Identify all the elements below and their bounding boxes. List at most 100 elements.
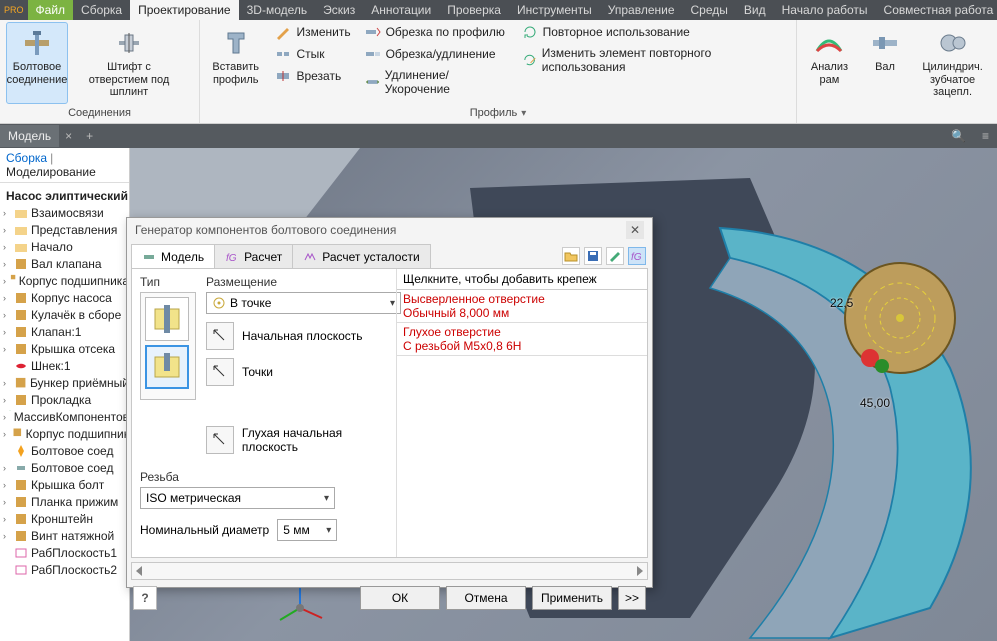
save-icon[interactable] xyxy=(584,247,602,265)
dialog-expand-bar[interactable] xyxy=(131,562,648,580)
pick-blind-plane-button[interactable] xyxy=(206,426,234,454)
tab-inspect[interactable]: Проверка xyxy=(439,0,509,20)
model-tab-icon xyxy=(142,250,156,264)
open-icon[interactable] xyxy=(562,247,580,265)
ok-button[interactable]: ОК xyxy=(360,586,440,610)
tree-item[interactable]: ›Планка прижим xyxy=(3,493,129,510)
change-reuse-element-button[interactable]: Изменить элемент повторного использовани… xyxy=(518,44,790,76)
tree-item[interactable]: ›Бункер приёмный xyxy=(3,374,129,391)
trim-extend-button[interactable]: Обрезка/удлинение xyxy=(361,44,512,64)
cancel-button[interactable]: Отмена xyxy=(446,586,526,610)
search-icon[interactable]: 🔍 xyxy=(943,125,974,147)
group-power-label xyxy=(803,117,991,121)
tab-view[interactable]: Вид xyxy=(736,0,774,20)
fastener-list: Щелкните, чтобы добавить крепеж Высверле… xyxy=(396,269,647,557)
tree-item[interactable]: ›Начало xyxy=(3,238,129,255)
list-item[interactable]: Глухое отверстие С резьбой М5x0,8 6H xyxy=(397,323,647,356)
tree-item[interactable]: РабПлоскость1 xyxy=(3,544,129,561)
cotter-pin-button[interactable]: Штифт с отверстием под шплинт xyxy=(74,22,184,104)
change-reuse-icon xyxy=(522,52,537,68)
tab-design[interactable]: Проектирование xyxy=(130,0,239,20)
trim-profile-button[interactable]: Обрезка по профилю xyxy=(361,22,512,42)
tree-item[interactable]: ›Болтовое соед xyxy=(3,459,129,476)
dialog-tab-calc[interactable]: fG Расчет xyxy=(214,244,293,268)
shaft-icon xyxy=(869,27,901,59)
reuse-button[interactable]: Повторное использование xyxy=(518,22,790,42)
tree-item[interactable]: ›Корпус насоса xyxy=(3,289,129,306)
tree-item[interactable]: ›Корпус подшипника xyxy=(3,272,129,289)
tab-environments[interactable]: Среды xyxy=(683,0,736,20)
insert-profile-label: Вставить профиль xyxy=(209,61,262,86)
expand-button[interactable]: >> xyxy=(618,586,646,610)
pick-start-plane-label: Начальная плоскость xyxy=(242,329,363,343)
dialog-tab-fatigue[interactable]: Расчет усталости xyxy=(292,244,430,268)
tree-item[interactable]: РабПлоскость2 xyxy=(3,561,129,578)
tree-item[interactable]: ›Клапан:1 xyxy=(3,323,129,340)
tree-item[interactable]: ›Кулачёк в сборе xyxy=(3,306,129,323)
tab-collab[interactable]: Совместная работа xyxy=(876,0,997,20)
tree-item[interactable]: Шнек:1 xyxy=(3,357,129,374)
ribbon: Болтовое соединение Штифт с отверстием п… xyxy=(0,20,997,124)
pick-points-button[interactable] xyxy=(206,358,234,386)
mode-assembly[interactable]: Сборка xyxy=(6,151,47,165)
close-icon[interactable]: ✕ xyxy=(626,221,644,239)
tab-getstarted[interactable]: Начало работы xyxy=(774,0,876,20)
tree-item[interactable]: Болтовое соед xyxy=(3,442,129,459)
type-through-button[interactable] xyxy=(145,297,189,341)
mode-modeling[interactable]: Моделирование xyxy=(6,165,96,179)
tree-item[interactable]: ›Корпус подшипник xyxy=(3,425,129,442)
tree-root[interactable]: Насос элиптический в2 xyxy=(3,187,129,204)
tree-item[interactable]: ›Винт натяжной xyxy=(3,527,129,544)
tree-item[interactable]: ›Вал клапана xyxy=(3,255,129,272)
doc-tab-model[interactable]: Модель xyxy=(0,125,59,147)
spur-gear-button[interactable]: Цилиндрич. зубчатое зацепл. xyxy=(914,22,991,104)
tab-manage[interactable]: Управление xyxy=(600,0,683,20)
tab-tools[interactable]: Инструменты xyxy=(509,0,600,20)
joint-button[interactable]: Стык xyxy=(271,44,354,64)
cut-button[interactable]: Врезать xyxy=(271,66,354,86)
tree-item[interactable]: ›Прокладка xyxy=(3,391,129,408)
fatigue-tab-icon xyxy=(303,250,317,264)
nominal-diameter-combo[interactable]: 5 мм ▾ xyxy=(277,519,337,541)
tree-item[interactable]: ›МассивКомпонентов xyxy=(3,408,129,425)
bolt-connection-icon xyxy=(21,27,53,59)
spur-gear-label: Цилиндрич. зубчатое зацепл. xyxy=(917,61,988,99)
tree-item[interactable]: ›Крышка отсека xyxy=(3,340,129,357)
svg-text:fG: fG xyxy=(631,252,642,263)
reuse-icon xyxy=(522,24,538,40)
dialog-tab-model[interactable]: Модель xyxy=(131,244,215,268)
shaft-label: Вал xyxy=(875,61,895,74)
add-tab-button[interactable]: + xyxy=(78,125,101,147)
dialog-titlebar[interactable]: Генератор компонентов болтового соединен… xyxy=(127,218,652,242)
nominal-diameter-label: Номинальный диаметр xyxy=(140,523,269,537)
frame-analysis-button[interactable]: Анализ рам xyxy=(803,22,856,104)
type-blind-button[interactable] xyxy=(145,345,189,389)
pick-start-plane-button[interactable] xyxy=(206,322,234,350)
close-tab-button[interactable]: × xyxy=(59,125,78,147)
tree-item[interactable]: ›Кронштейн xyxy=(3,510,129,527)
tab-file[interactable]: Файл xyxy=(28,0,74,20)
list-header[interactable]: Щелкните, чтобы добавить крепеж xyxy=(397,269,647,290)
placement-combo[interactable]: В точке ▾ xyxy=(206,292,401,314)
group-profile-label[interactable]: Профиль xyxy=(206,105,790,121)
shaft-button[interactable]: Вал xyxy=(862,22,908,104)
tree-item[interactable]: ›Взаимосвязи xyxy=(3,204,129,221)
lengthen-shorten-button[interactable]: Удлинение/Укорочение xyxy=(361,66,512,98)
tree-item[interactable]: ›Представления xyxy=(3,221,129,238)
tab-3dmodel[interactable]: 3D-модель xyxy=(239,0,316,20)
bolt-connection-button[interactable]: Болтовое соединение xyxy=(6,22,68,104)
cut-icon xyxy=(275,68,291,84)
fx-icon[interactable]: fG xyxy=(628,247,646,265)
thread-combo[interactable]: ISO метрическая ▾ xyxy=(140,487,335,509)
tree-item[interactable]: ›Крышка болт xyxy=(3,476,129,493)
help-button[interactable]: ? xyxy=(133,586,157,610)
tab-sketch[interactable]: Эскиз xyxy=(315,0,363,20)
insert-profile-button[interactable]: Вставить профиль xyxy=(206,22,265,98)
options-icon[interactable] xyxy=(606,247,624,265)
tab-assembly[interactable]: Сборка xyxy=(73,0,130,20)
list-item[interactable]: Высверленное отверстие Обычный 8,000 мм xyxy=(397,290,647,323)
apply-button[interactable]: Применить xyxy=(532,586,612,610)
tab-annotations[interactable]: Аннотации xyxy=(363,0,439,20)
change-button[interactable]: Изменить xyxy=(271,22,354,42)
tab-menu-button[interactable]: ≡ xyxy=(974,125,997,147)
